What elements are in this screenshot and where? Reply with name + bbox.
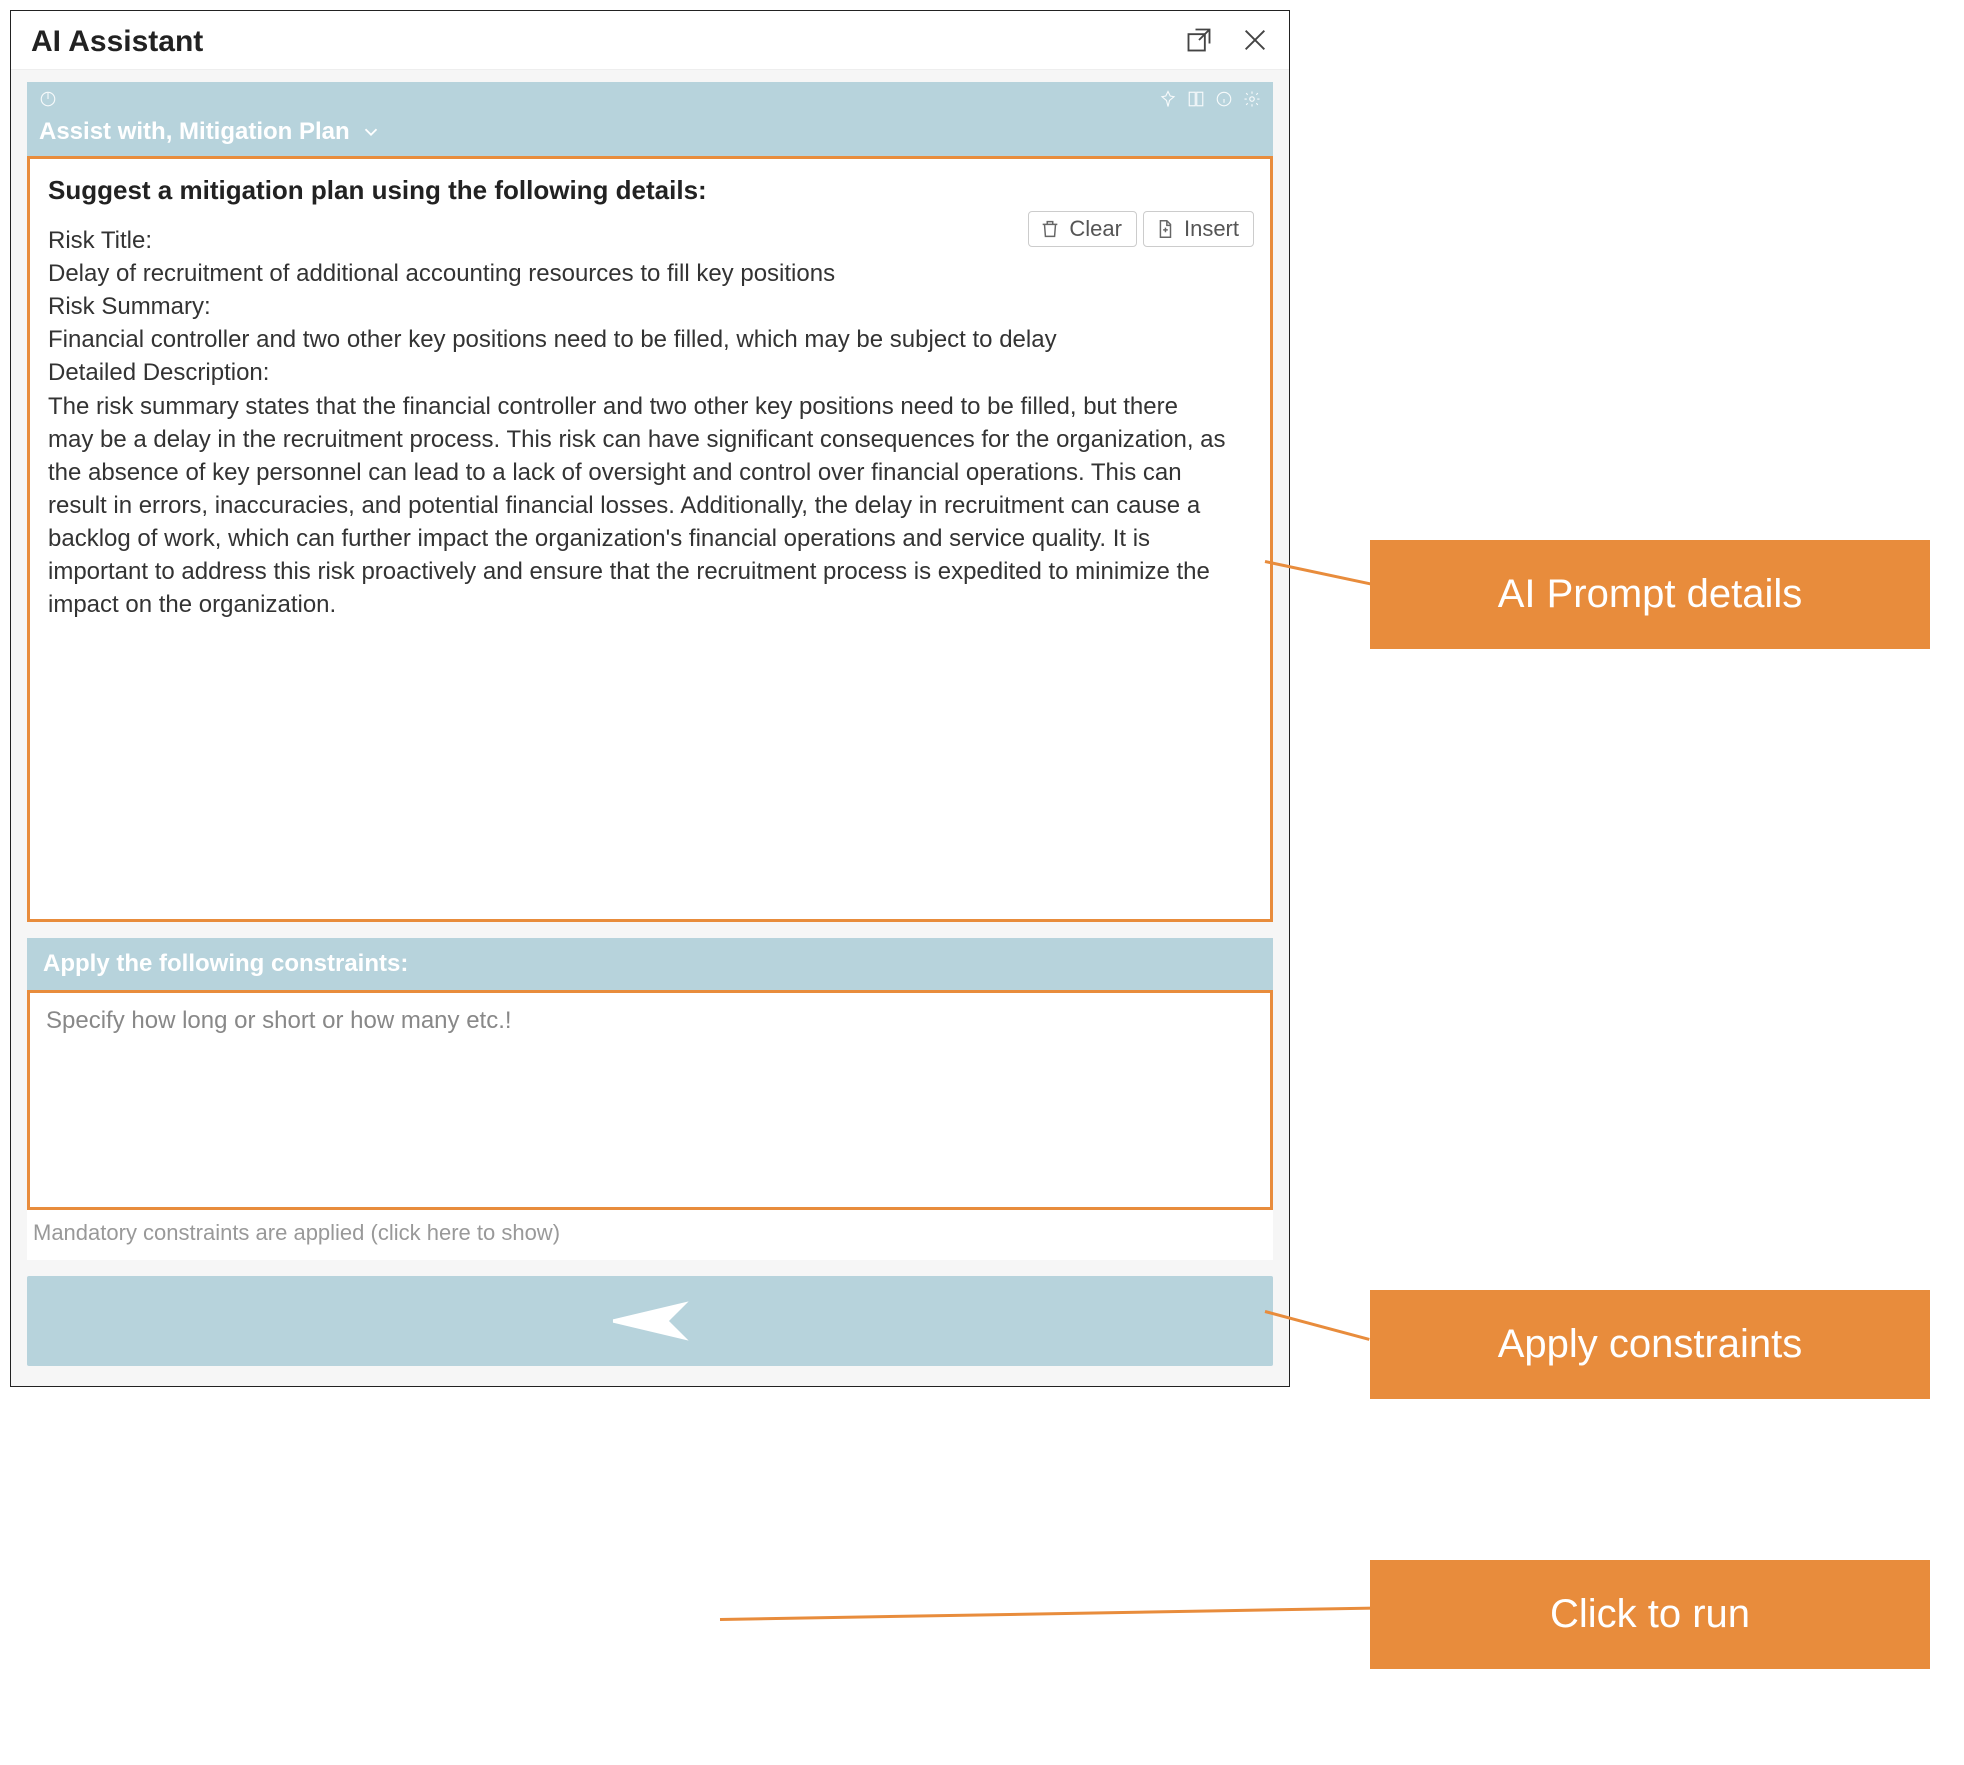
- callout-apply-constraints: Apply constraints: [1370, 1290, 1930, 1399]
- prompt-panel-header: Assist with, Mitigation Plan: [27, 82, 1273, 156]
- prompt-title: Suggest a mitigation plan using the foll…: [48, 175, 1252, 206]
- info-icon[interactable]: [1215, 90, 1233, 114]
- popout-icon[interactable]: [1185, 26, 1213, 59]
- dialog-titlebar: AI Assistant: [11, 11, 1289, 70]
- send-icon: [610, 1297, 690, 1345]
- power-icon[interactable]: [39, 90, 57, 114]
- prompt-body-text[interactable]: Risk Title: Delay of recruitment of addi…: [48, 224, 1228, 621]
- dialog-title: AI Assistant: [31, 25, 1185, 59]
- pin-icon[interactable]: [1159, 90, 1177, 114]
- constraints-panel: Apply the following constraints: Specify…: [27, 938, 1273, 1260]
- insert-button[interactable]: Insert: [1143, 211, 1254, 247]
- title-icons: [1185, 26, 1269, 59]
- constraints-placeholder: Specify how long or short or how many et…: [46, 1007, 512, 1034]
- risk-summary-label: Risk Summary:: [48, 290, 1228, 323]
- clear-label: Clear: [1069, 216, 1122, 242]
- connector-line: [720, 1606, 1380, 1621]
- callout-prompt-details: AI Prompt details: [1370, 540, 1930, 649]
- prompt-action-chips: Clear Insert: [1028, 211, 1254, 247]
- prompt-panel: Assist with, Mitigation Plan Suggest a m…: [27, 82, 1273, 922]
- insert-label: Insert: [1184, 216, 1239, 242]
- run-button[interactable]: [27, 1276, 1273, 1366]
- constraints-input[interactable]: Specify how long or short or how many et…: [27, 990, 1273, 1210]
- layout-icon[interactable]: [1187, 90, 1205, 114]
- risk-summary-value: Financial controller and two other key p…: [48, 323, 1228, 356]
- ai-assistant-dialog: AI Assistant: [10, 10, 1290, 1387]
- callout-label: AI Prompt details: [1498, 572, 1803, 616]
- callout-label: Click to run: [1550, 1592, 1750, 1636]
- dropdown-label: Assist with, Mitigation Plan: [39, 118, 350, 146]
- gear-icon[interactable]: [1243, 90, 1261, 114]
- callout-click-to-run: Click to run: [1370, 1560, 1930, 1669]
- detailed-desc-label: Detailed Description:: [48, 356, 1228, 389]
- constraints-header: Apply the following constraints:: [27, 938, 1273, 990]
- dialog-body: Assist with, Mitigation Plan Suggest a m…: [11, 70, 1289, 1386]
- insert-icon: [1154, 218, 1176, 240]
- risk-title-value: Delay of recruitment of additional accou…: [48, 257, 1228, 290]
- constraints-note[interactable]: Mandatory constraints are applied (click…: [27, 1210, 1273, 1260]
- trash-icon: [1039, 218, 1061, 240]
- detailed-desc-value: The risk summary states that the financi…: [48, 390, 1228, 622]
- prompt-details-box: Suggest a mitigation plan using the foll…: [27, 156, 1273, 922]
- callout-label: Apply constraints: [1498, 1322, 1803, 1366]
- close-icon[interactable]: [1241, 26, 1269, 59]
- assist-with-dropdown[interactable]: Assist with, Mitigation Plan: [39, 118, 1261, 146]
- chevron-down-icon: [360, 121, 382, 143]
- clear-button[interactable]: Clear: [1028, 211, 1137, 247]
